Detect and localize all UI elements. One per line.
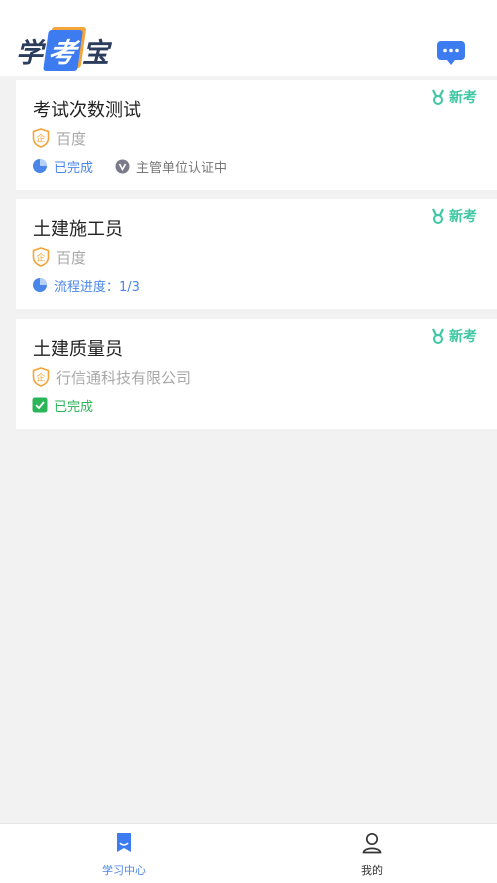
badge-text: 新考 <box>449 209 477 225</box>
exam-status-row: 已完成 <box>32 396 93 415</box>
status-text: 已完成 <box>54 160 94 176</box>
exam-card[interactable]: 土建质量员 企 行信通科技有限公司 已完成 新考 <box>16 319 497 429</box>
tab-label: 学习中心 <box>102 864 146 877</box>
status-text: 已完成 <box>54 399 94 415</box>
verify-badge-icon <box>115 159 130 173</box>
new-exam-badge: 新考 <box>431 327 477 345</box>
new-exam-badge: 新考 <box>431 88 477 106</box>
tab-label: 我的 <box>361 864 383 877</box>
enterprise-shield-icon: 企 <box>32 128 50 148</box>
bottom-tab-bar: 学习中心 我的 <box>0 823 497 883</box>
badge-text: 新考 <box>449 329 477 345</box>
status-done: 已完成 <box>32 396 93 415</box>
status-text: 流程进度：1/3 <box>54 279 140 295</box>
logo-char-3: 宝 <box>82 37 110 69</box>
status-auth: 主管单位认证中 <box>115 157 227 176</box>
auth-text: 主管单位认证中 <box>136 160 228 176</box>
tab-mine[interactable]: 我的 <box>248 824 496 883</box>
logo-char-2: 考 <box>43 29 83 71</box>
logo-char-1: 学 <box>16 37 44 69</box>
exam-company: 企 百度 <box>32 128 86 148</box>
app-logo: 学 考 宝 <box>16 29 110 71</box>
check-square-icon <box>32 397 48 413</box>
exam-title: 考试次数测试 <box>33 100 141 121</box>
exam-company: 企 百度 <box>32 247 86 267</box>
status-progress: 已完成 <box>32 157 93 176</box>
exam-card[interactable]: 土建施工员 企 百度 流程进度：1/3 新考 <box>16 199 497 309</box>
svg-text:企: 企 <box>36 252 45 264</box>
medal-icon <box>432 208 444 224</box>
new-exam-badge: 新考 <box>431 207 477 225</box>
user-icon <box>362 832 382 854</box>
exam-title: 土建施工员 <box>33 219 123 240</box>
svg-text:企: 企 <box>36 133 45 145</box>
company-name: 行信通科技有限公司 <box>56 368 192 387</box>
medal-icon <box>432 328 444 344</box>
medal-icon <box>432 89 444 105</box>
badge-text: 新考 <box>449 90 477 106</box>
exam-company: 企 行信通科技有限公司 <box>32 367 191 387</box>
tab-study-center[interactable]: 学习中心 <box>0 824 248 883</box>
book-icon <box>117 833 131 852</box>
message-icon <box>437 41 465 65</box>
pie-progress-icon <box>33 278 47 292</box>
enterprise-shield-icon: 企 <box>32 247 50 267</box>
exam-status-row: 流程进度：1/3 <box>32 276 140 295</box>
exam-card[interactable]: 考试次数测试 企 百度 已完成 主管单位认证中 新考 <box>16 80 497 190</box>
company-name: 百度 <box>56 248 87 267</box>
exam-title: 土建质量员 <box>33 339 123 360</box>
pie-progress-icon <box>33 159 47 173</box>
status-progress: 流程进度：1/3 <box>32 276 140 295</box>
enterprise-shield-icon: 企 <box>32 367 50 387</box>
exam-status-row: 已完成 主管单位认证中 <box>32 157 227 176</box>
message-button[interactable] <box>436 40 466 66</box>
company-name: 百度 <box>56 129 87 148</box>
svg-text:企: 企 <box>36 372 45 384</box>
app-header: 学 考 宝 <box>0 0 497 76</box>
